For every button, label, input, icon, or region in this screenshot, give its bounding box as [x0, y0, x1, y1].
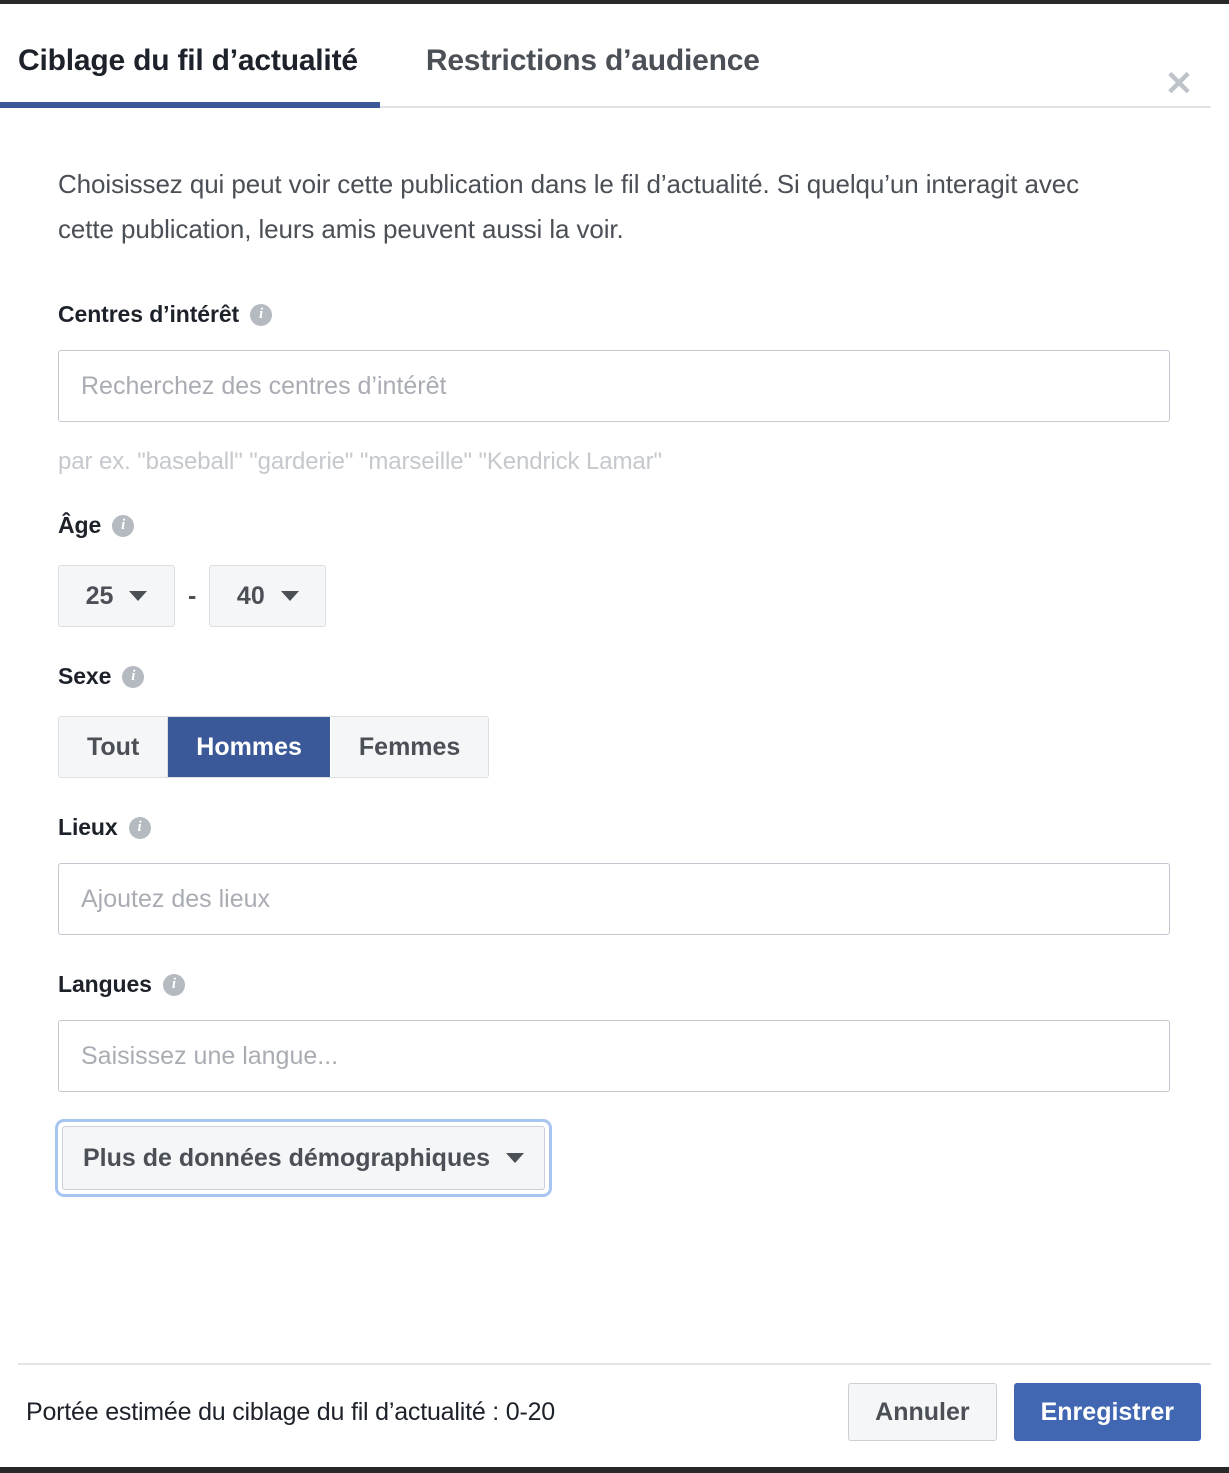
- gender-label-row: Sexe i: [58, 663, 1171, 690]
- more-demographics-label: Plus de données démographiques: [83, 1143, 491, 1172]
- age-label: Âge: [58, 512, 102, 539]
- info-icon[interactable]: i: [162, 973, 185, 996]
- save-button-label: Enregistrer: [1040, 1397, 1174, 1426]
- gender-option-men-label: Hommes: [196, 733, 302, 762]
- gender-segmented-control: Tout Hommes Femmes: [58, 716, 490, 779]
- estimated-reach-text: Portée estimée du ciblage du fil d’actua…: [26, 1397, 556, 1426]
- locations-label-row: Lieux i: [58, 814, 1171, 841]
- info-icon[interactable]: i: [250, 303, 273, 326]
- close-icon[interactable]: ✕: [1157, 62, 1201, 106]
- languages-input[interactable]: [58, 1020, 1170, 1093]
- age-min-select[interactable]: 25: [58, 565, 175, 628]
- dialog-footer: Portée estimée du ciblage du fil d’actua…: [0, 1363, 1229, 1461]
- dialog-body: Choisissez qui peut voir cette publicati…: [0, 162, 1229, 1195]
- chevron-down-icon: [280, 591, 299, 602]
- gender-label: Sexe: [58, 663, 112, 690]
- locations-label: Lieux: [58, 814, 118, 841]
- cancel-button[interactable]: Annuler: [848, 1383, 997, 1441]
- gender-option-women-label: Femmes: [358, 733, 461, 762]
- gender-option-all-label: Tout: [87, 733, 140, 762]
- gender-field: Sexe i Tout Hommes Femmes: [58, 663, 1171, 779]
- languages-label: Langues: [58, 971, 152, 998]
- tab-news-feed-targeting-label: Ciblage du fil d’actualité: [18, 44, 358, 77]
- footer-content: Portée estimée du ciblage du fil d’actua…: [0, 1363, 1229, 1461]
- age-field: Âge i 25 - 40: [58, 512, 1171, 628]
- footer-divider: [18, 1363, 1211, 1365]
- save-button[interactable]: Enregistrer: [1013, 1383, 1201, 1441]
- window-bottom-edge: [0, 1467, 1229, 1473]
- interests-label-row: Centres d’intérêt i: [58, 301, 1171, 328]
- interests-hint: par ex. "baseball" "garderie" "marseille…: [58, 448, 662, 476]
- locations-input[interactable]: [58, 863, 1170, 936]
- age-min-value: 25: [85, 581, 114, 610]
- info-icon[interactable]: i: [122, 665, 145, 688]
- locations-field: Lieux i: [58, 814, 1171, 936]
- chevron-down-icon: [129, 591, 148, 602]
- gender-option-all[interactable]: Tout: [59, 717, 169, 778]
- dialog-tabbar: Ciblage du fil d’actualité Restrictions …: [0, 4, 1229, 108]
- tab-audience-restrictions-label: Restrictions d’audience: [425, 44, 760, 77]
- age-max-select[interactable]: 40: [209, 565, 327, 628]
- info-icon[interactable]: i: [112, 514, 135, 537]
- interests-input[interactable]: [58, 350, 1170, 423]
- dialog-description: Choisissez qui peut voir cette publicati…: [58, 169, 1079, 244]
- interests-label: Centres d’intérêt: [58, 301, 240, 328]
- footer-actions: Annuler Enregistrer: [848, 1383, 1201, 1441]
- gender-option-women[interactable]: Femmes: [330, 717, 489, 778]
- info-icon[interactable]: i: [128, 816, 151, 839]
- age-label-row: Âge i: [58, 512, 1171, 539]
- tab-list: Ciblage du fil d’actualité Restrictions …: [0, 4, 1211, 108]
- languages-label-row: Langues i: [58, 971, 1171, 998]
- tab-audience-restrictions[interactable]: Restrictions d’audience: [426, 44, 760, 108]
- age-range-row: 25 - 40: [58, 565, 1171, 628]
- cancel-button-label: Annuler: [875, 1397, 970, 1426]
- tab-news-feed-targeting[interactable]: Ciblage du fil d’actualité: [0, 44, 380, 108]
- interests-field: Centres d’intérêt i par ex. "baseball" "…: [58, 301, 1171, 476]
- age-range-separator: -: [188, 581, 197, 610]
- languages-field: Langues i: [58, 971, 1171, 1093]
- more-demographics-button[interactable]: Plus de données démographiques: [62, 1126, 546, 1191]
- chevron-down-icon: [506, 1153, 525, 1164]
- audience-targeting-dialog: Ciblage du fil d’actualité Restrictions …: [0, 4, 1229, 1467]
- more-demographics-focus-ring: Plus de données démographiques: [58, 1122, 550, 1195]
- gender-option-men[interactable]: Hommes: [168, 717, 331, 778]
- age-max-value: 40: [236, 581, 265, 610]
